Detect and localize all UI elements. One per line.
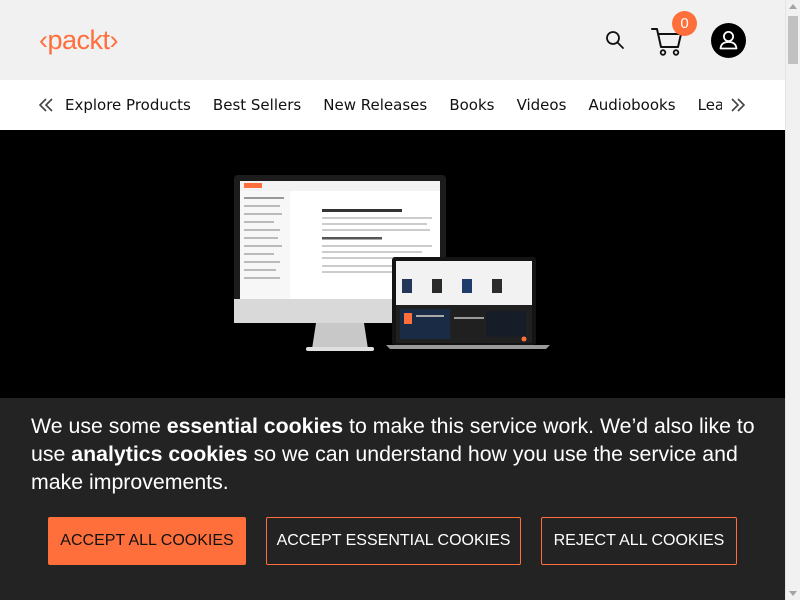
nav-items: Explore Products Best Sellers New Releas… [65, 80, 722, 130]
nav-item-learning[interactable]: Learning [698, 80, 722, 130]
nav-item-explore-products[interactable]: Explore Products [65, 80, 191, 130]
user-icon [719, 30, 738, 50]
scroll-up-arrow-icon[interactable] [789, 4, 797, 9]
cookie-consent-message: We use some essential cookies to make th… [31, 412, 761, 496]
accept-all-cookies-button[interactable]: ACCEPT ALL COOKIES [48, 517, 246, 565]
search-icon [606, 31, 624, 49]
double-chevron-left-icon [38, 98, 53, 112]
hero-banner [0, 130, 785, 400]
cookie-consent-banner: We use some essential cookies to make th… [0, 398, 785, 600]
double-chevron-right-icon [731, 98, 746, 112]
account-button[interactable] [711, 23, 746, 58]
nav-item-best-sellers[interactable]: Best Sellers [213, 80, 301, 130]
nav-item-books[interactable]: Books [449, 80, 494, 130]
cart-count-badge: 0 [672, 11, 697, 36]
nav-item-audiobooks[interactable]: Audiobooks [589, 80, 676, 130]
scroll-down-arrow-icon[interactable] [789, 591, 797, 596]
nav-item-new-releases[interactable]: New Releases [323, 80, 427, 130]
category-nav: Explore Products Best Sellers New Releas… [0, 80, 785, 130]
nav-item-videos[interactable]: Videos [517, 80, 567, 130]
essential-cookies-emphasis: essential cookies [166, 414, 344, 438]
nav-next-button[interactable] [729, 96, 747, 114]
search-button[interactable] [603, 28, 627, 52]
page-scrollbar[interactable] [785, 0, 800, 600]
accept-essential-cookies-button[interactable]: ACCEPT ESSENTIAL COOKIES [266, 517, 521, 565]
desktop-and-laptop-devices-image [234, 175, 550, 351]
analytics-cookies-emphasis: analytics cookies [71, 442, 248, 466]
nav-prev-button[interactable] [37, 96, 55, 114]
reject-all-cookies-button[interactable]: REJECT ALL COOKIES [541, 517, 737, 565]
site-header: ‹packt› 0 [0, 0, 785, 80]
packt-logo[interactable]: ‹packt› [39, 24, 119, 56]
cookie-text-part-1: We use some [31, 414, 167, 438]
scrollbar-thumb[interactable] [788, 16, 798, 64]
page: ‹packt› 0 Explore Products Best Sellers … [0, 0, 785, 600]
